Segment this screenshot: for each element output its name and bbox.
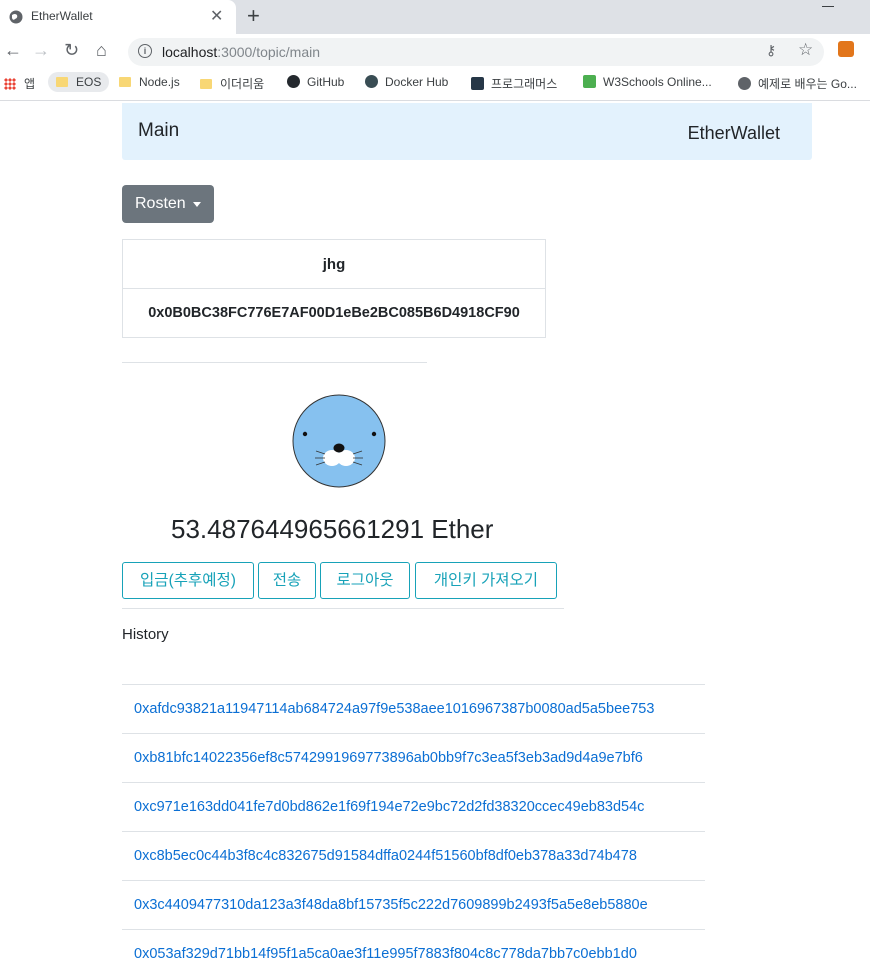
- bookmark-label: Docker Hub: [385, 75, 449, 89]
- divider: [122, 362, 427, 363]
- programmers-icon: [471, 77, 484, 90]
- docker-icon: [365, 75, 378, 88]
- close-icon[interactable]: ✕: [210, 6, 223, 26]
- tab-title: EtherWallet: [31, 9, 93, 23]
- url-path: :3000/topic/main: [217, 44, 320, 60]
- list-item: 0xc8b5ec0c44b3f8c4c832675d91584dffa0244f…: [122, 831, 705, 880]
- ether-balance: 53.487644965661291 Ether: [171, 514, 494, 544]
- reload-icon[interactable]: ↻: [64, 40, 79, 61]
- transaction-link[interactable]: 0xc8b5ec0c44b3f8c4c832675d91584dffa0244f…: [134, 848, 637, 864]
- transaction-link[interactable]: 0xb81bfc14022356ef8c5742991969773896ab0b…: [134, 750, 643, 766]
- list-item: 0xb81bfc14022356ef8c5742991969773896ab0b…: [122, 733, 705, 782]
- logout-button[interactable]: 로그아웃: [320, 562, 410, 599]
- address-bar[interactable]: i localhost:3000/topic/main ⚷ ☆: [128, 38, 824, 66]
- forward-icon[interactable]: →: [32, 40, 50, 61]
- send-button[interactable]: 전송: [258, 562, 316, 599]
- seal-avatar: [292, 394, 386, 488]
- bookmark-docker[interactable]: Docker Hub: [365, 75, 448, 89]
- divider: [122, 608, 564, 609]
- account-address: 0x0B0BC38FC776E7AF00D1eBe2BC085B6D4918CF…: [122, 288, 546, 338]
- folder-icon: [119, 77, 131, 87]
- bookmark-programmers[interactable]: 프로그래머스: [471, 75, 557, 92]
- bookmark-label: EOS: [76, 75, 102, 89]
- list-item: 0xafdc93821a11947114ab684724a97f9e538aee…: [122, 684, 705, 733]
- folder-icon: [56, 77, 68, 87]
- bookmark-github[interactable]: GitHub: [287, 75, 344, 89]
- navbar: Main EtherWallet: [122, 103, 812, 160]
- bookmark-eos[interactable]: EOS: [48, 72, 110, 92]
- bookmark-label: 이더리움: [220, 77, 265, 91]
- url-host: localhost: [162, 44, 218, 60]
- bookmark-ethereum[interactable]: 이더리움: [200, 75, 264, 92]
- bookmark-label: W3Schools Online...: [603, 75, 712, 89]
- deposit-button[interactable]: 입금(추후예정): [122, 562, 254, 599]
- network-dropdown-label: Rosten: [135, 195, 186, 212]
- new-tab-icon[interactable]: +: [247, 3, 260, 29]
- apps-icon: [4, 78, 16, 90]
- minimize-icon[interactable]: [822, 6, 834, 7]
- bookmark-w3schools[interactable]: W3Schools Online...: [583, 75, 712, 89]
- account-name: jhg: [122, 239, 546, 289]
- home-icon[interactable]: ⌂: [96, 40, 107, 61]
- transaction-list: 0xafdc93821a11947114ab684724a97f9e538aee…: [122, 684, 705, 978]
- bookmark-node[interactable]: Node.js: [119, 75, 180, 89]
- list-item: 0x053af329d71bb14f95f1a5ca0ae3f11e995f78…: [122, 929, 705, 978]
- bookmark-label: Node.js: [139, 75, 180, 89]
- navbar-brand[interactable]: Main: [138, 120, 179, 142]
- bookmark-label: 예제로 배우는 Go...: [758, 77, 857, 91]
- metamask-extension-icon[interactable]: [838, 41, 854, 57]
- account-table: jhg 0x0B0BC38FC776E7AF00D1eBe2BC085B6D49…: [122, 239, 546, 338]
- key-icon[interactable]: ⚷: [766, 42, 776, 59]
- transaction-link[interactable]: 0x3c4409477310da123a3f48da8bf15735f5c222…: [134, 897, 648, 913]
- transaction-link[interactable]: 0xc971e163dd041fe7d0bd862e1f69f194e72e9b…: [134, 799, 644, 815]
- url-text[interactable]: localhost:3000/topic/main: [162, 44, 320, 60]
- import-key-button[interactable]: 개인키 가져오기: [415, 562, 557, 599]
- globe-icon: [738, 77, 751, 90]
- bookmark-apps[interactable]: 앱: [4, 75, 35, 92]
- back-icon[interactable]: ←: [4, 40, 22, 61]
- github-icon: [287, 75, 300, 88]
- browser-tabstrip: EtherWallet ✕ +: [0, 0, 870, 34]
- list-item: 0x3c4409477310da123a3f48da8bf15735f5c222…: [122, 880, 705, 929]
- network-dropdown[interactable]: Rosten: [122, 185, 214, 223]
- bookmark-label: GitHub: [307, 75, 345, 89]
- browser-toolbar: ← → ↻ ⌂ i localhost:3000/topic/main ⚷ ☆: [0, 34, 870, 70]
- browser-tab[interactable]: EtherWallet ✕: [0, 0, 236, 34]
- bookmark-go-example[interactable]: 예제로 배우는 Go...: [738, 75, 857, 92]
- list-item: 0xc971e163dd041fe7d0bd862e1f69f194e72e9b…: [122, 782, 705, 831]
- transaction-link[interactable]: 0xafdc93821a11947114ab684724a97f9e538aee…: [134, 701, 654, 717]
- bookmarks-bar: 앱 EOS Node.js 이더리움 GitHub Docker Hub 프로그…: [0, 70, 870, 101]
- w3schools-icon: [583, 75, 596, 88]
- bookmark-label: 프로그래머스: [491, 77, 558, 91]
- folder-icon: [200, 79, 212, 89]
- globe-icon: [9, 10, 23, 24]
- info-icon[interactable]: i: [138, 44, 152, 58]
- caret-down-icon: [193, 202, 201, 207]
- transaction-link[interactable]: 0x053af329d71bb14f95f1a5ca0ae3f11e995f78…: [134, 946, 637, 962]
- navbar-app-name[interactable]: EtherWallet: [688, 123, 780, 144]
- star-icon[interactable]: ☆: [798, 40, 813, 60]
- history-title: History: [122, 626, 169, 643]
- bookmark-label: 앱: [24, 77, 36, 91]
